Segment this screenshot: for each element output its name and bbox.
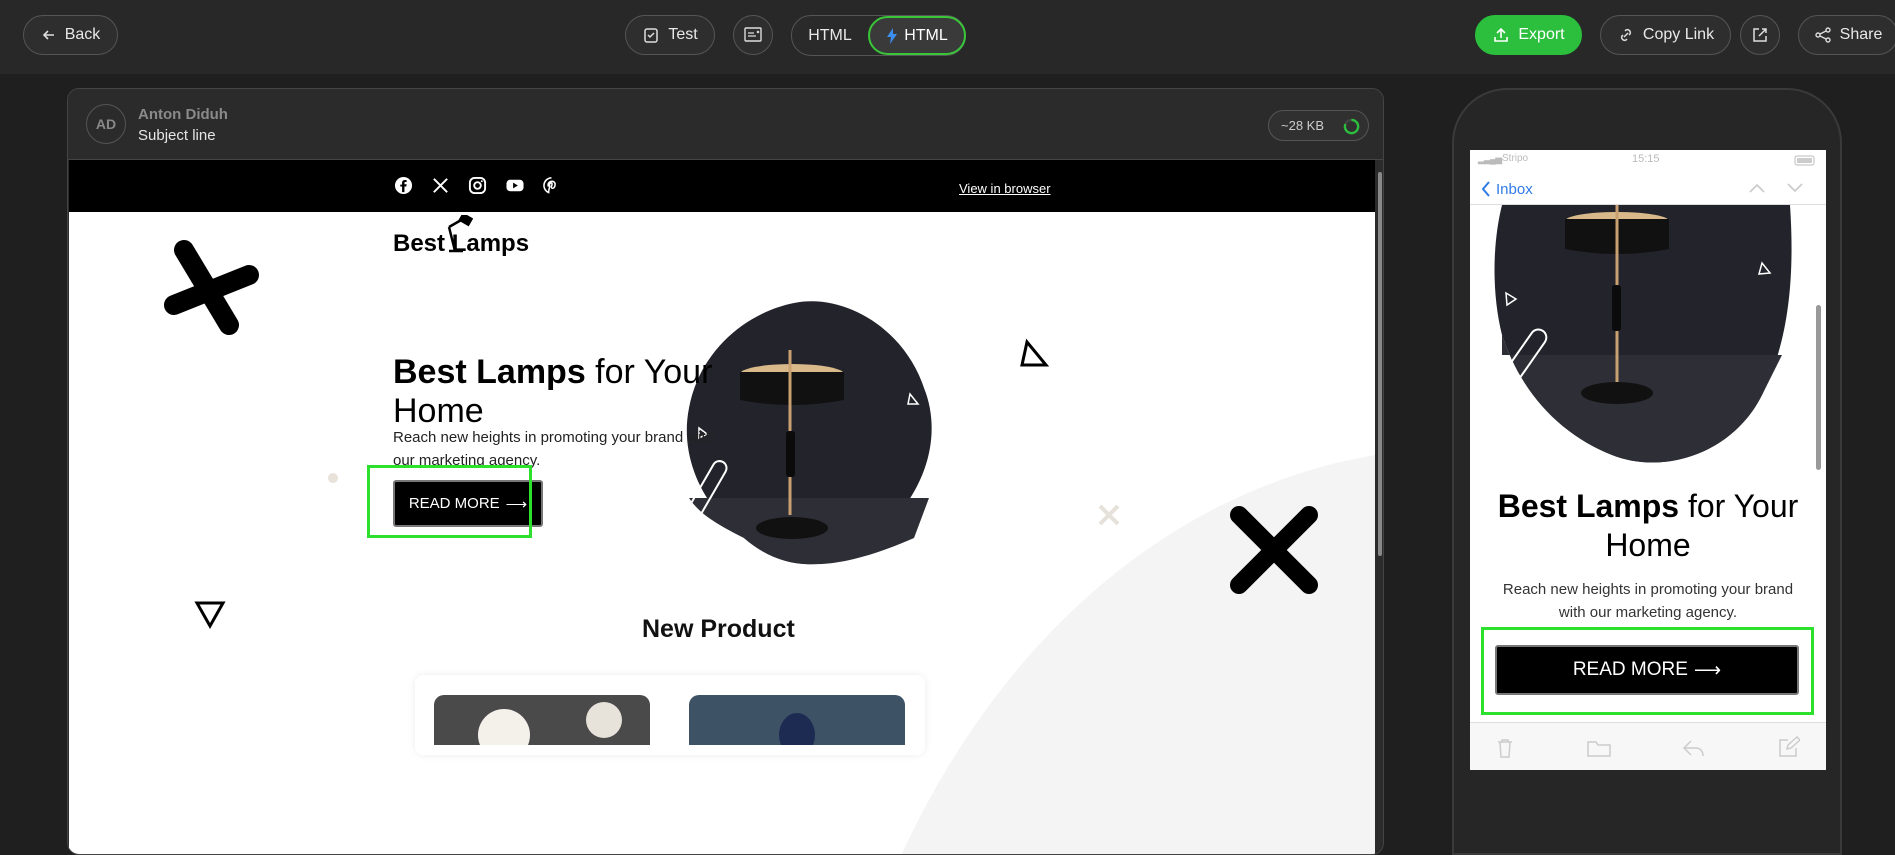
chevron-down-icon[interactable]	[1786, 182, 1804, 194]
chevron-up-icon[interactable]	[1748, 182, 1766, 194]
html-tab-label: HTML	[808, 26, 852, 44]
hero-title-bold: Best Lamps	[393, 353, 586, 391]
export-label: Export	[1518, 26, 1565, 43]
top-toolbar: Back Test HTML HTML Export Copy Link Sha…	[0, 0, 1895, 74]
vase-image	[779, 713, 815, 757]
chevron-left-icon[interactable]	[1480, 180, 1492, 198]
youtube-icon[interactable]	[505, 176, 525, 195]
x-shape-right-icon	[1230, 506, 1318, 594]
product-image-1[interactable]	[434, 695, 650, 761]
compose-icon[interactable]	[1778, 736, 1800, 758]
mail-nav-bar: Inbox	[1470, 170, 1826, 205]
small-x-shape-icon	[1098, 504, 1120, 526]
folder-icon[interactable]	[1586, 738, 1612, 758]
copy-link-button[interactable]: Copy Link	[1600, 15, 1731, 55]
html-tab[interactable]: HTML	[792, 16, 868, 55]
product-image-2[interactable]	[689, 695, 905, 757]
clipboard-check-icon	[644, 28, 659, 43]
scroll-thumb[interactable]	[1378, 172, 1382, 556]
mobile-hero-title-bold: Best Lamps	[1497, 488, 1680, 524]
signal-icon: ▂▃▄▅	[1478, 154, 1502, 164]
avatar: AD	[86, 104, 126, 144]
amp-html-tab[interactable]: HTML	[868, 16, 966, 55]
subject-line: Subject line	[138, 127, 216, 144]
canvas-scrollbar[interactable]	[1375, 160, 1383, 854]
triangle-outline-icon	[1020, 338, 1050, 367]
html-mode-switch: HTML HTML	[791, 15, 966, 56]
copy-link-label: Copy Link	[1642, 26, 1715, 43]
progress-ring-icon	[1343, 118, 1360, 135]
reply-icon[interactable]	[1682, 738, 1706, 758]
desktop-preview: AD Anton Diduh Subject line ~28 KB View …	[67, 88, 1384, 855]
arrow-left-icon	[42, 30, 54, 40]
amp-html-tab-label: HTML	[904, 26, 948, 44]
share-label: Share	[1839, 26, 1883, 43]
link-icon	[1620, 28, 1631, 42]
email-header: AD Anton Diduh Subject line ~28 KB	[68, 89, 1383, 160]
preview-toggle-button[interactable]	[733, 15, 773, 55]
inbox-link[interactable]: Inbox	[1496, 181, 1533, 198]
mobile-hero-subtitle: Reach new heights in promoting your bran…	[1502, 581, 1794, 621]
instagram-icon[interactable]	[468, 176, 487, 195]
email-canvas[interactable]: View in browser Best Lamps Best Lamps fo…	[69, 160, 1375, 854]
test-button[interactable]: Test	[625, 15, 715, 55]
open-external-button[interactable]	[1740, 15, 1780, 55]
export-button[interactable]: Export	[1475, 15, 1582, 55]
back-button[interactable]: Back	[23, 15, 118, 55]
status-bar: ▂▃▄▅ Stripo 15:15	[1470, 150, 1826, 170]
mobile-hero-title: Best Lamps for Your Home	[1470, 487, 1826, 565]
highlight-box-desktop	[367, 465, 532, 538]
highlight-box-mobile	[1481, 627, 1814, 715]
x-twitter-icon[interactable]	[431, 176, 450, 195]
globe-lamp-image	[478, 702, 622, 761]
share-button[interactable]: Share	[1798, 15, 1895, 55]
pinterest-icon[interactable]	[542, 176, 561, 195]
email-size-badge: ~28 KB	[1268, 110, 1369, 141]
section-title: New Product	[642, 615, 795, 643]
carrier-name: Stripo	[1502, 153, 1529, 164]
email-size-value: ~28 KB	[1281, 118, 1325, 133]
external-link-icon	[1753, 28, 1767, 42]
desk-lamp-logo-icon	[447, 215, 474, 253]
dot-shape-icon	[328, 473, 338, 483]
social-bar: View in browser	[69, 160, 1375, 212]
sender-name: Anton Diduh	[138, 106, 228, 123]
facebook-icon[interactable]	[394, 176, 413, 195]
test-label: Test	[668, 26, 698, 43]
status-time: 15:15	[1632, 153, 1660, 165]
back-label: Back	[64, 26, 101, 43]
mobile-screen[interactable]: ▂▃▄▅ Stripo 15:15 Inbox Best Lamps for Y…	[1470, 150, 1826, 770]
x-shape-left-icon	[164, 240, 259, 335]
hero-title: Best Lamps for Your Home	[393, 353, 723, 431]
battery-icon	[1794, 155, 1815, 166]
preview-icon	[744, 27, 762, 42]
trash-icon[interactable]	[1495, 737, 1515, 759]
mail-toolbar	[1470, 722, 1826, 770]
lightning-icon	[887, 27, 898, 44]
view-in-browser-link[interactable]: View in browser	[959, 181, 1051, 196]
upload-icon	[1494, 27, 1509, 42]
mobile-scrollbar[interactable]	[1816, 305, 1821, 470]
mobile-hero-lamp-image	[1494, 205, 1792, 463]
triangle-down-icon	[194, 601, 226, 630]
share-icon	[1814, 27, 1831, 43]
